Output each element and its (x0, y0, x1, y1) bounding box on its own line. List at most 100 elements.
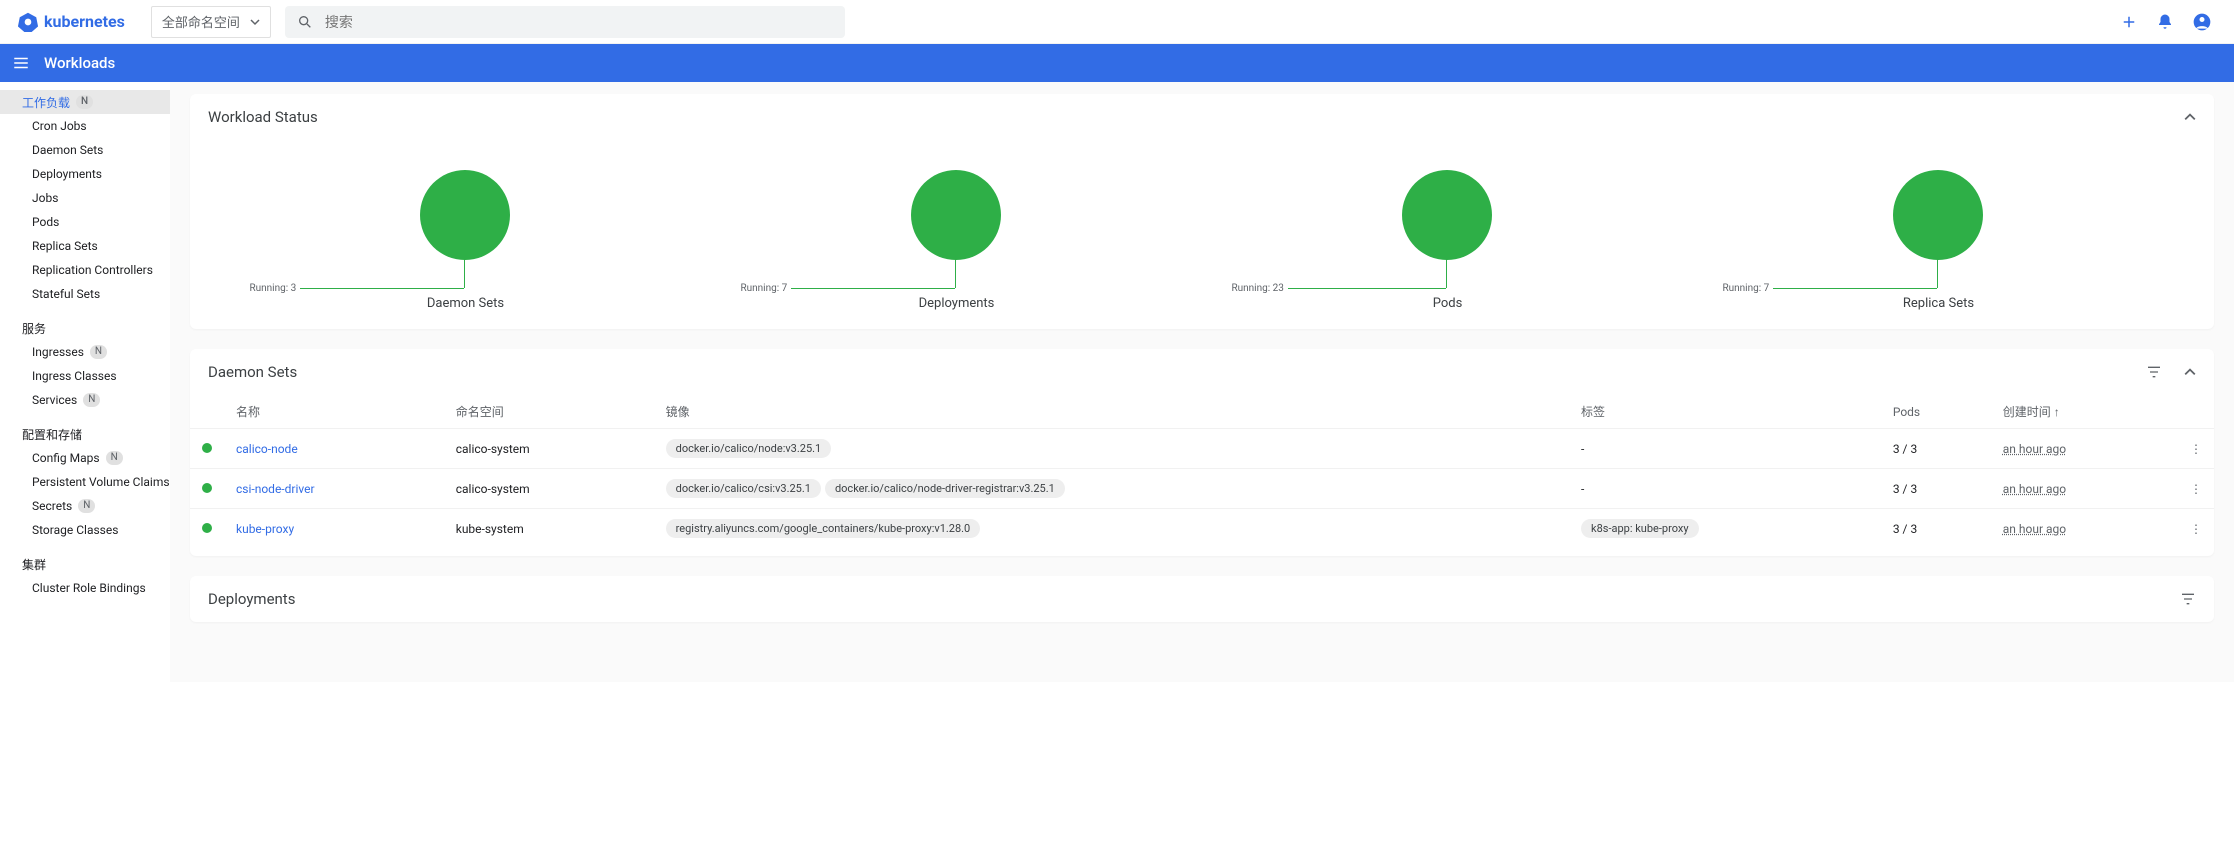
status-leader: Running: 7 (740, 258, 956, 318)
top-actions (2120, 12, 2226, 32)
search-icon (297, 14, 313, 30)
sidebar-item-replica-sets[interactable]: Replica Sets (0, 234, 170, 258)
namespaced-badge: N (78, 499, 95, 513)
namespace-cell: calico-system (444, 429, 654, 469)
status-item-deployments: Running: 7Deployments (740, 170, 1172, 311)
notifications-button[interactable] (2156, 13, 2174, 31)
status-running-label: Running: 3 (249, 283, 296, 294)
status-item-daemon-sets: Running: 3Daemon Sets (249, 170, 681, 311)
status-running-label: Running: 7 (740, 283, 787, 294)
filter-button[interactable] (2146, 364, 2162, 380)
status-leader: Running: 23 (1231, 258, 1447, 318)
workload-status-title: Workload Status (208, 108, 318, 126)
status-pie-icon (1402, 170, 1492, 260)
col-pods[interactable]: Pods (1881, 395, 1991, 429)
sidebar-item-replication-controllers[interactable]: Replication Controllers (0, 258, 170, 282)
sidebar-item-secrets[interactable]: Secrets N (0, 494, 170, 518)
status-dot-icon (202, 483, 212, 493)
kubernetes-logo-icon (18, 12, 38, 32)
status-running-label: Running: 23 (1231, 283, 1283, 294)
col-namespace[interactable]: 命名空间 (444, 395, 654, 429)
sidebar-item-stateful-sets[interactable]: Stateful Sets (0, 282, 170, 306)
sidebar-group-集群[interactable]: 集群 (0, 552, 170, 576)
sidebar-item-cluster-role-bindings[interactable]: Cluster Role Bindings (0, 576, 170, 600)
sidebar-item-ingress-classes[interactable]: Ingress Classes (0, 364, 170, 388)
sidebar-item-daemon-sets[interactable]: Daemon Sets (0, 138, 170, 162)
status-pie-icon (911, 170, 1001, 260)
collapse-button[interactable] (2184, 111, 2196, 123)
pods-cell: 3 / 3 (1881, 509, 1991, 549)
sidebar-item-jobs[interactable]: Jobs (0, 186, 170, 210)
image-chip: registry.aliyuncs.com/google_containers/… (666, 519, 981, 538)
col-labels[interactable]: 标签 (1569, 395, 1881, 429)
sidebar-group-配置和存储[interactable]: 配置和存储 (0, 422, 170, 446)
namespace-cell: kube-system (444, 509, 654, 549)
sidebar-item-deployments[interactable]: Deployments (0, 162, 170, 186)
sidebar-item-label: Stateful Sets (32, 287, 100, 301)
col-created[interactable]: 创建时间 ↑ (1991, 395, 2178, 429)
create-button[interactable] (2120, 13, 2138, 31)
col-images[interactable]: 镜像 (654, 395, 1569, 429)
image-chip: docker.io/calico/node:v3.25.1 (666, 439, 832, 458)
sidebar-item-persistent-volume-claims[interactable]: Persistent Volume ClaimsN (0, 470, 170, 494)
page-title: Workloads (44, 54, 115, 72)
search-input[interactable] (325, 14, 833, 30)
status-item-pods: Running: 23Pods (1231, 170, 1663, 311)
sidebar-item-label: Secrets (32, 499, 72, 513)
collapse-button[interactable] (2184, 366, 2196, 378)
sidebar-item-config-maps[interactable]: Config MapsN (0, 446, 170, 470)
images-cell: docker.io/calico/csi:v3.25.1docker.io/ca… (654, 469, 1569, 509)
sidebar-item-ingresses[interactable]: IngressesN (0, 340, 170, 364)
row-menu-button[interactable]: ⋮ (2178, 469, 2214, 509)
sidebar-group-label: 工作负载 (22, 94, 70, 111)
status-pie-icon (420, 170, 510, 260)
status-item-replica-sets: Running: 7Replica Sets (1722, 170, 2154, 311)
deployments-title: Deployments (208, 590, 295, 608)
sidebar-item-label: Services (32, 393, 77, 407)
account-button[interactable] (2192, 12, 2212, 32)
created-cell: an hour ago (2003, 522, 2066, 536)
sidebar-item-label: Storage Classes (32, 523, 118, 537)
main-content: Workload Status Running: 3Daemon SetsRun… (170, 82, 2234, 682)
col-name[interactable]: 名称 (224, 395, 444, 429)
menu-button[interactable] (12, 54, 30, 72)
sidebar-group-服务[interactable]: 服务 (0, 316, 170, 340)
daemon-sets-table: 名称命名空间镜像标签Pods创建时间 ↑ calico-node calico-s… (190, 395, 2214, 548)
secondary-header: Workloads (0, 44, 2234, 82)
namespaced-badge: N (76, 95, 93, 109)
status-dot-icon (202, 443, 212, 453)
created-cell: an hour ago (2003, 482, 2066, 496)
resource-link[interactable]: calico-node (236, 442, 298, 456)
status-leader: Running: 3 (249, 258, 465, 318)
sidebar-item-label: Pods (32, 215, 59, 229)
sidebar-item-storage-classes[interactable]: Storage Classes (0, 518, 170, 542)
sidebar-item-pods[interactable]: Pods (0, 210, 170, 234)
sidebar-item-label: Cluster Role Bindings (32, 581, 146, 595)
sidebar-item-services[interactable]: ServicesN (0, 388, 170, 412)
dropdown-icon (250, 17, 260, 27)
namespace-selector[interactable]: 全部命名空间 (151, 6, 271, 38)
resource-link[interactable]: kube-proxy (236, 522, 294, 536)
images-cell: docker.io/calico/node:v3.25.1 (654, 429, 1569, 469)
deployments-card: Deployments (190, 576, 2214, 622)
sidebar-group-label: 配置和存储 (22, 426, 82, 443)
sidebar-item-label: Cron Jobs (32, 119, 87, 133)
search-box[interactable] (285, 6, 845, 38)
filter-button[interactable] (2180, 591, 2196, 607)
created-cell: an hour ago (2003, 442, 2066, 456)
row-menu-button[interactable]: ⋮ (2178, 509, 2214, 549)
resource-link[interactable]: csi-node-driver (236, 482, 315, 496)
sidebar-item-label: Ingress Classes (32, 369, 117, 383)
sidebar-item-cron-jobs[interactable]: Cron Jobs (0, 114, 170, 138)
row-menu-button[interactable]: ⋮ (2178, 429, 2214, 469)
labels-cell: - (1581, 482, 1584, 496)
table-row: csi-node-driver calico-systemdocker.io/ca… (190, 469, 2214, 509)
sidebar-group-工作负载[interactable]: 工作负载 N (0, 90, 170, 114)
logo[interactable]: kubernetes (8, 12, 135, 32)
sidebar-item-label: Persistent Volume Claims (32, 475, 170, 489)
daemon-sets-card: Daemon Sets 名称命名空间镜像标签Pods创建时间 ↑ calico-… (190, 349, 2214, 556)
sidebar-group-label: 服务 (22, 320, 46, 337)
namespace-cell: calico-system (444, 469, 654, 509)
status-row: Running: 3Daemon Sets Running: 7Deploymen… (190, 140, 2214, 321)
logo-text: kubernetes (44, 12, 125, 31)
